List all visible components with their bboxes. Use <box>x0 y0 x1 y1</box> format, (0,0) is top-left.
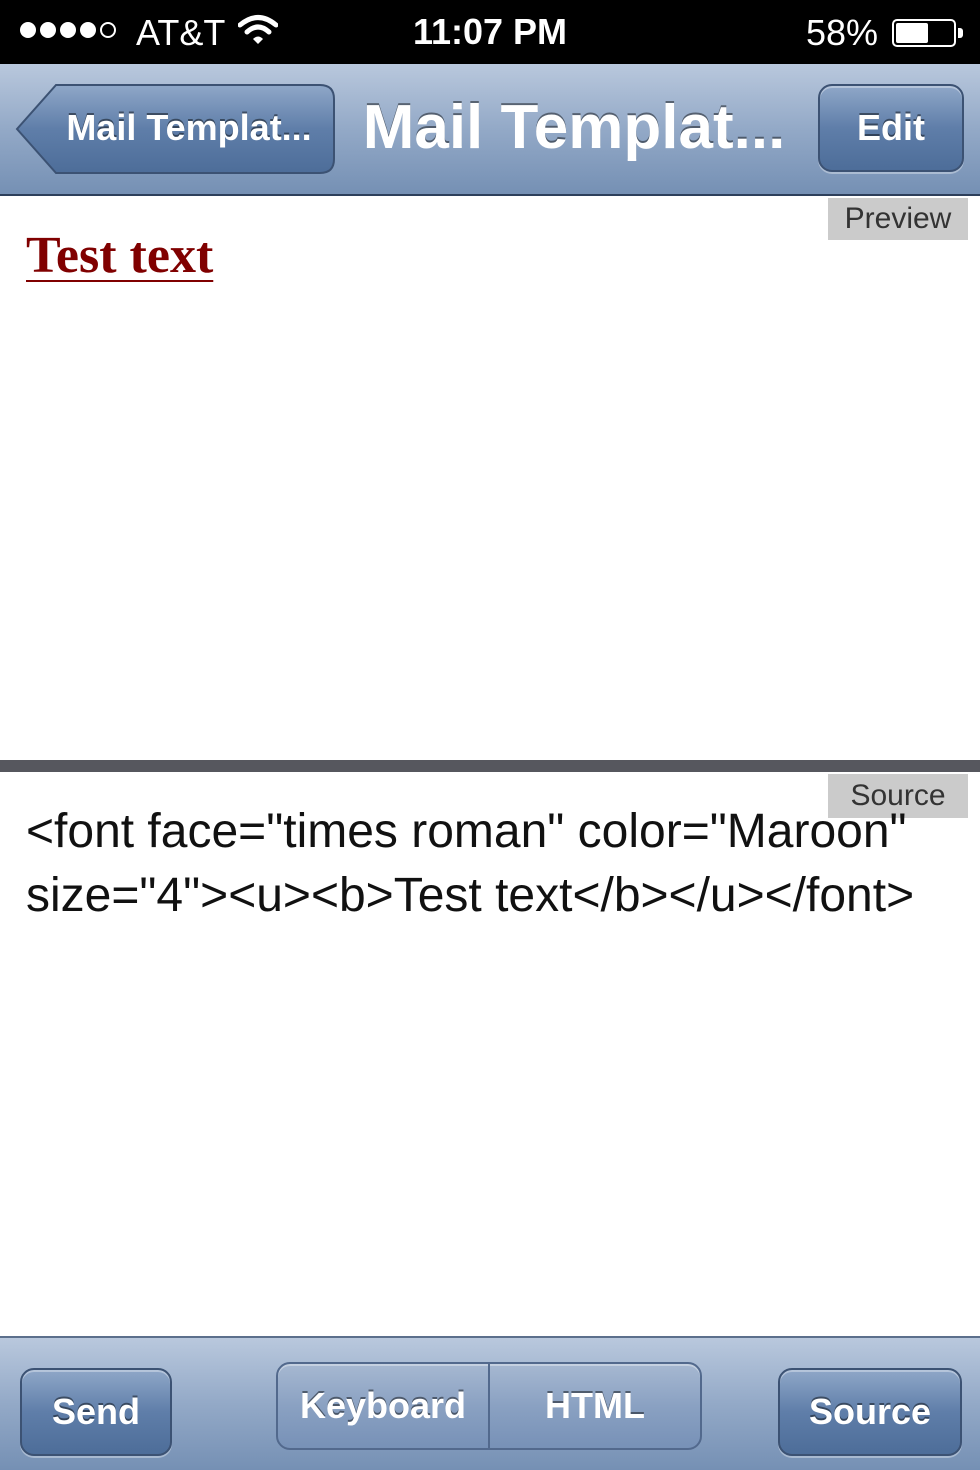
keyboard-html-segmented-control: Keyboard HTML <box>276 1362 702 1450</box>
edit-button[interactable]: Edit <box>818 84 964 172</box>
page-title: Mail Templat... <box>362 93 786 162</box>
preview-label: Preview <box>828 198 968 240</box>
back-button[interactable]: Mail Templat... <box>14 84 336 174</box>
status-bar: AT&T 11:07 PM 58% <box>0 0 980 64</box>
preview-pane: Preview Test text <box>0 196 980 760</box>
battery-percentage: 58% <box>805 12 878 53</box>
source-button[interactable]: Source <box>778 1368 962 1456</box>
source-code-text[interactable]: <font face="times roman" color="Maroon" … <box>26 800 936 928</box>
battery-tip <box>958 28 963 38</box>
send-button[interactable]: Send <box>20 1368 172 1456</box>
navigation-bar: Mail Templat... Mail Templat... Edit <box>0 64 980 196</box>
pane-divider[interactable] <box>0 760 980 772</box>
keyboard-segment[interactable]: Keyboard <box>278 1364 488 1448</box>
battery-fill <box>896 23 928 43</box>
bottom-toolbar: Send Keyboard HTML Source <box>0 1336 980 1470</box>
preview-text: Test text <box>26 227 214 284</box>
back-button-label: Mail Templat... <box>66 107 312 148</box>
battery-icon <box>892 19 964 47</box>
source-pane[interactable]: Source <font face="times roman" color="M… <box>0 772 980 1336</box>
html-segment[interactable]: HTML <box>488 1364 700 1448</box>
